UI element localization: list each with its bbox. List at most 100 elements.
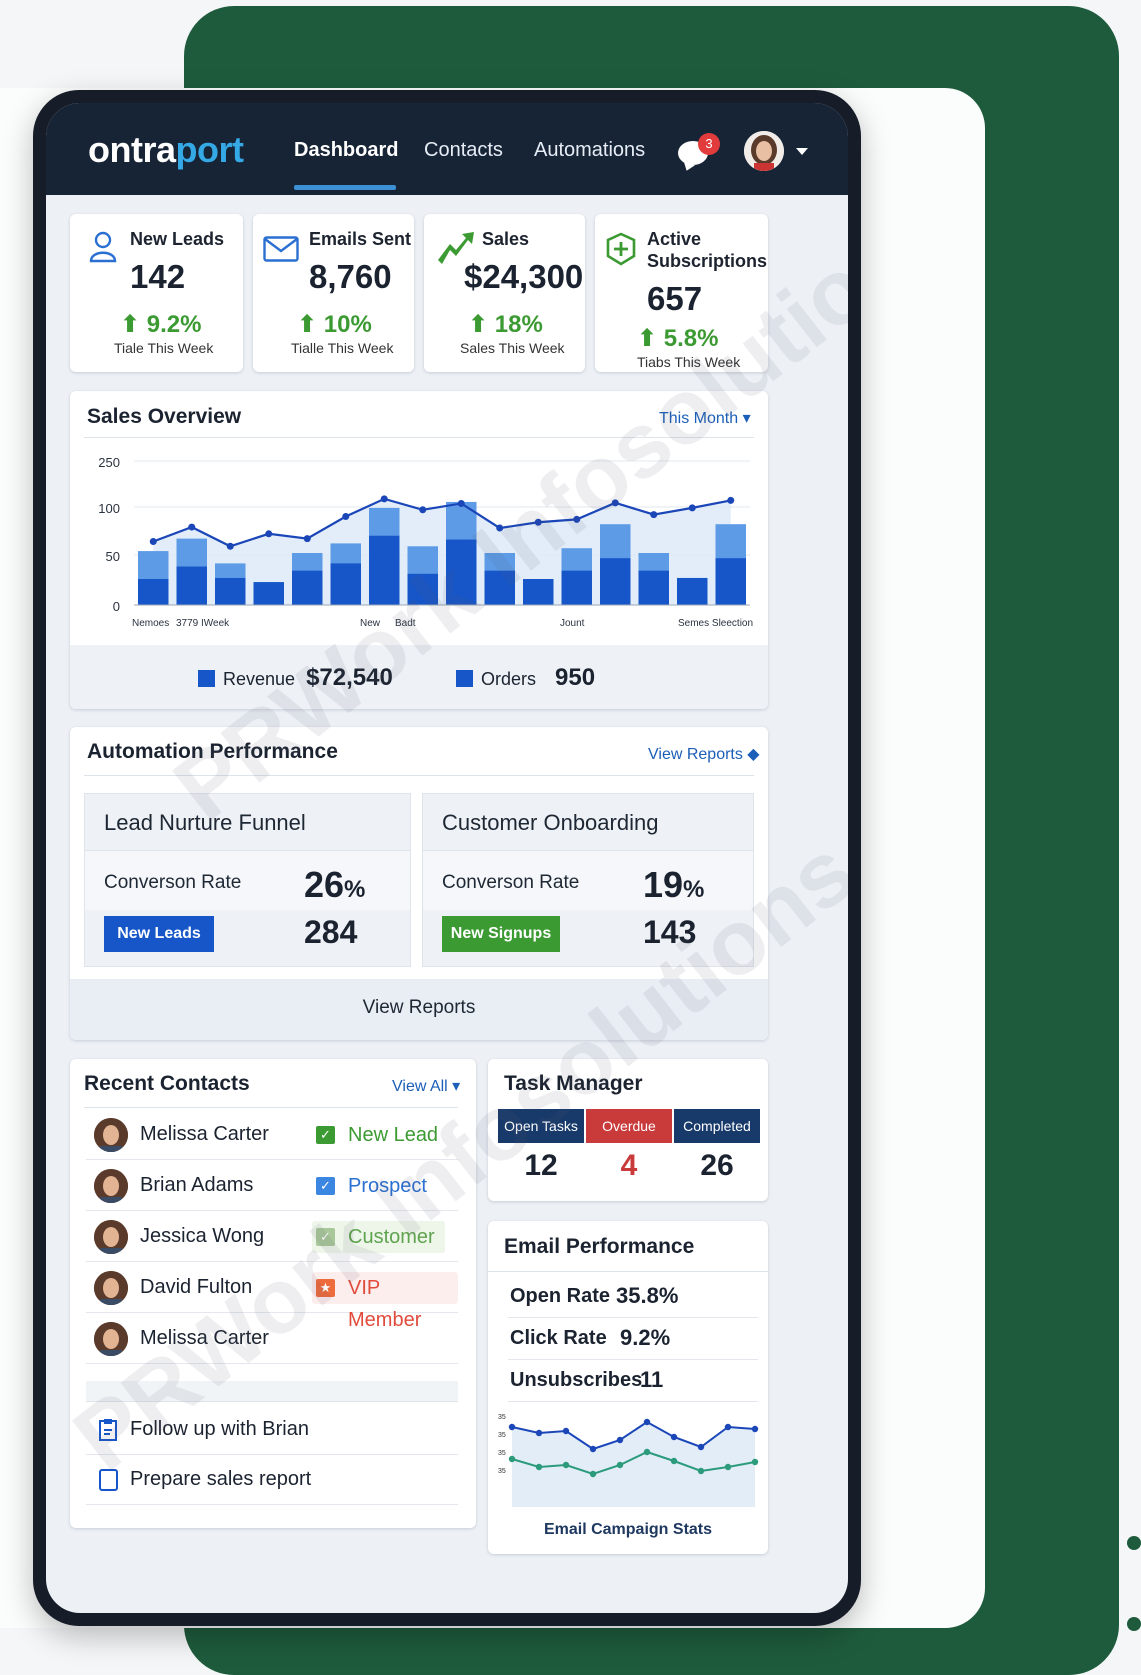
tag-label: Customer	[348, 1226, 435, 1248]
contact-avatar[interactable]	[94, 1322, 128, 1356]
rate-label: Converson Rate	[442, 872, 580, 893]
task-count: 4	[620, 1149, 638, 1182]
stat-card-sales[interactable]: Sales $24,300 ⬆ 18% Sales This Week	[424, 214, 585, 372]
funnel-count: 143	[643, 914, 697, 950]
y-tick-label: 35	[498, 1468, 506, 1475]
funnel-count: 284	[304, 914, 358, 950]
conversion-rate: 26%	[304, 864, 366, 905]
stat-change: ⬆ 9.2%	[120, 311, 202, 338]
trend-point	[496, 524, 504, 532]
bar-revenue	[253, 582, 284, 605]
divider	[84, 1107, 458, 1108]
contact-avatar[interactable]	[94, 1169, 128, 1203]
funnel-customer-onboarding[interactable]: Customer Onboarding Converson Rate 19% N…	[422, 793, 754, 967]
check-icon: ✓	[316, 1228, 335, 1246]
chart-legend-bar	[70, 645, 768, 709]
contact-name[interactable]: Melissa Carter	[140, 1327, 269, 1350]
open-rate-point	[697, 1443, 705, 1451]
contact-row[interactable]: Jessica Wong ✓ Customer	[86, 1213, 458, 1262]
decor-dot	[1127, 1536, 1141, 1550]
contact-name[interactable]: David Fulton	[140, 1276, 252, 1299]
stat-change: ⬆ 18%	[468, 311, 543, 338]
stat-value: $24,300	[464, 258, 584, 295]
click-rate-point	[643, 1448, 651, 1456]
divider	[488, 1271, 768, 1272]
contact-row[interactable]: Melissa Carter	[86, 1315, 458, 1364]
contact-name[interactable]: Melissa Carter	[140, 1123, 269, 1146]
bar-revenue	[446, 539, 477, 605]
user-avatar[interactable]	[744, 131, 784, 171]
nav-dashboard[interactable]: Dashboard	[294, 139, 398, 162]
notification-badge: 3	[698, 133, 720, 155]
x-tick-label: Jount	[560, 618, 585, 629]
contact-status-tag: ★ VIP Member	[312, 1272, 458, 1331]
todo-item[interactable]: Follow up with Brian	[86, 1404, 458, 1455]
view-all-link[interactable]: View All ▾	[392, 1076, 460, 1096]
click-rate-point	[535, 1463, 543, 1471]
stat-change: ⬆ 10%	[297, 311, 372, 338]
stat-change: ⬆ 5.8%	[637, 325, 719, 352]
email-stat-value: 11	[640, 1367, 664, 1392]
trend-point	[727, 496, 735, 504]
check-icon: ✓	[316, 1126, 335, 1144]
contact-row[interactable]: Melissa Carter ✓ New Lead	[86, 1111, 458, 1160]
stat-title: New Leads	[130, 229, 225, 249]
click-rate-point	[751, 1458, 759, 1466]
contact-avatar[interactable]	[94, 1220, 128, 1254]
stat-title: Emails Sent	[309, 229, 412, 249]
todo-text: Follow up with Brian	[130, 1418, 309, 1440]
stat-card-active-subscriptions[interactable]: Active Subscriptions 657 ⬆ 5.8% Tiabs Thi…	[595, 214, 768, 372]
bar-revenue	[138, 579, 169, 605]
email-stat-value: 35.8%	[616, 1283, 679, 1308]
trend-point	[688, 504, 696, 512]
task-count: 12	[524, 1149, 558, 1182]
todo-item[interactable]: Prepare sales report	[86, 1454, 458, 1505]
open-rate-point	[562, 1427, 570, 1435]
open-rate-point	[589, 1445, 597, 1453]
funnel-lead-nurture[interactable]: Lead Nurture Funnel Converson Rate 26% N…	[84, 793, 411, 967]
nav-automations[interactable]: Automations	[534, 139, 645, 162]
funnel-header: Lead Nurture Funnel	[85, 794, 410, 851]
period-dropdown[interactable]: This Month ▾	[659, 408, 751, 428]
task-completed[interactable]: Completed 26	[674, 1109, 760, 1193]
checkbox-icon[interactable]	[98, 1468, 120, 1492]
open-rate-point	[751, 1425, 759, 1433]
trend-point	[303, 535, 311, 543]
stat-card-emails-sent[interactable]: Emails Sent 8,760 ⬆ 10% Tialle This Week	[253, 214, 414, 372]
click-rate-point	[724, 1463, 732, 1471]
contact-row[interactable]: David Fulton ★ VIP Member	[86, 1264, 458, 1331]
task-open[interactable]: Open Tasks 12	[498, 1109, 584, 1193]
view-reports-button[interactable]: View Reports	[70, 997, 768, 1019]
stat-title: Active Subscriptions	[647, 229, 768, 271]
contact-row[interactable]: Brian Adams ✓ Prospect	[86, 1162, 458, 1211]
contact-name[interactable]: Jessica Wong	[140, 1225, 264, 1248]
x-tick-label: Nemoes	[132, 618, 169, 629]
trend-point	[419, 506, 427, 514]
task-overdue[interactable]: Overdue 4	[586, 1109, 672, 1193]
trend-point	[650, 511, 658, 519]
task-label: Overdue	[586, 1109, 672, 1143]
chevron-down-icon[interactable]	[796, 148, 808, 155]
funnel-header: Customer Onboarding	[423, 794, 753, 851]
email-stat-value: 9.2%	[620, 1325, 671, 1350]
stat-card-new-leads[interactable]: New Leads 142 ⬆ 9.2% Tiale This Week	[70, 214, 243, 372]
trend-point	[457, 499, 465, 507]
recent-contacts-card: Recent Contacts View All ▾ Melissa Carte…	[70, 1059, 476, 1528]
contact-avatar[interactable]	[94, 1271, 128, 1305]
view-reports-link[interactable]: View Reports ◆	[648, 744, 760, 764]
stat-value: 142	[130, 258, 186, 295]
bar-revenue	[176, 566, 207, 605]
nav-contacts[interactable]: Contacts	[424, 139, 503, 162]
bar-revenue	[292, 570, 323, 605]
contact-name[interactable]: Brian Adams	[140, 1174, 253, 1197]
bar-revenue	[715, 558, 746, 605]
divider	[84, 437, 754, 438]
x-tick-label: New	[360, 618, 381, 629]
contact-avatar[interactable]	[94, 1118, 128, 1152]
contact-status-tag: ✓ Customer	[312, 1221, 445, 1253]
new-leads-button[interactable]: New Leads	[104, 916, 214, 952]
contact-status-tag: ✓ Prospect	[312, 1170, 437, 1202]
trend-point	[611, 499, 619, 507]
new-signups-button[interactable]: New Signups	[442, 916, 560, 952]
brand-logo[interactable]: ontraport	[88, 129, 244, 171]
